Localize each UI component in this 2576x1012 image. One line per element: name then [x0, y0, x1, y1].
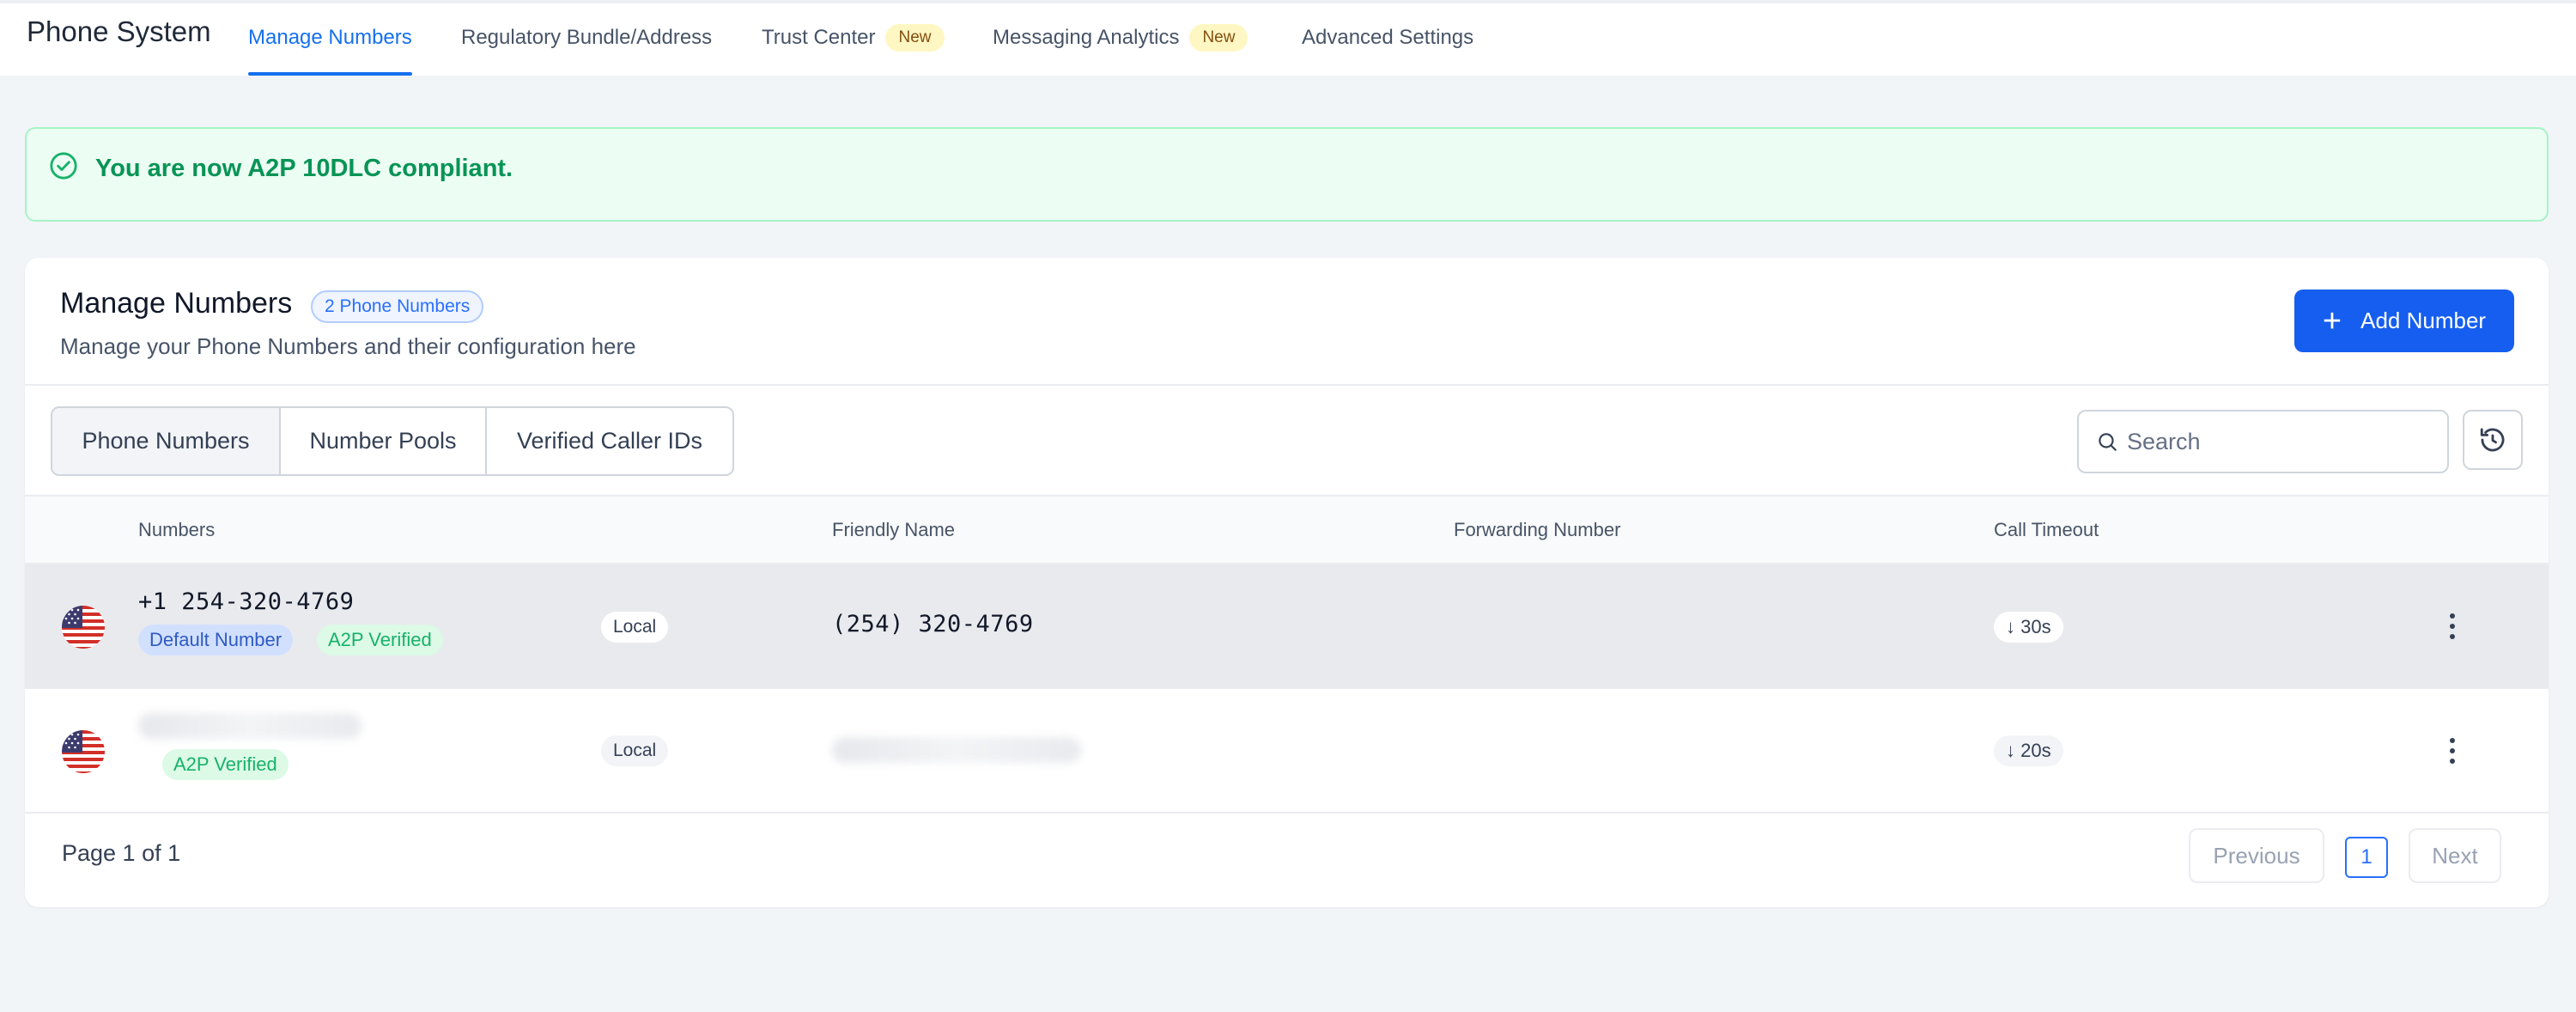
column-forwarding-number: Forwarding Number: [1454, 519, 1621, 540]
call-timeout-badge: ↓ 20s: [1994, 735, 2063, 766]
redacted-phone-number: [138, 713, 361, 739]
column-numbers: Numbers: [138, 519, 216, 540]
us-flag-icon: [62, 730, 105, 773]
search-icon: [2099, 433, 2117, 451]
tab-manage-numbers[interactable]: Manage Numbers: [248, 26, 412, 76]
app-title: Phone System: [27, 15, 211, 47]
friendly-name: (254) 320-4769: [832, 611, 1034, 637]
phone-number: +1 254-320-4769: [138, 588, 355, 615]
table-row[interactable]: A2P Verified Local ↓ 20s: [25, 689, 2549, 814]
top-nav: Phone System Manage Numbers Regulatory B…: [0, 0, 2576, 76]
a2p-verified-badge: A2P Verified: [162, 749, 289, 780]
manage-numbers-card: Manage Numbers 2 Phone Numbers Manage yo…: [25, 258, 2549, 907]
a2p-verified-badge: A2P Verified: [317, 625, 443, 655]
add-number-button[interactable]: + Add Number: [2294, 290, 2514, 352]
segment-number-pools[interactable]: Number Pools: [279, 408, 485, 474]
card-title: Manage Numbers: [60, 287, 293, 320]
tab-label: Advanced Settings: [1302, 26, 1474, 49]
tab-label: Regulatory Bundle/Address: [461, 26, 713, 49]
number-type-badge: Local: [601, 612, 669, 643]
previous-page-button[interactable]: Previous: [2189, 828, 2324, 883]
tab-regulatory-bundle[interactable]: Regulatory Bundle/Address: [461, 26, 712, 76]
phone-count-badge: 2 Phone Numbers: [311, 290, 484, 323]
more-options-icon[interactable]: [2439, 732, 2465, 770]
call-timeout-badge: ↓ 30s: [1994, 612, 2063, 643]
tab-label: Manage Numbers: [248, 26, 412, 49]
check-circle-icon: [50, 152, 77, 180]
success-banner: You are now A2P 10DLC compliant.: [25, 127, 2549, 222]
plus-icon: +: [2322, 302, 2342, 339]
header-divider: [25, 384, 2549, 386]
tab-label: Trust Center: [762, 26, 876, 49]
tab-trust-center[interactable]: Trust Center New: [762, 24, 945, 76]
number-type-badge: Local: [601, 735, 669, 766]
new-badge: New: [885, 24, 945, 52]
column-call-timeout: Call Timeout: [1994, 519, 2099, 540]
search-input[interactable]: [2127, 428, 2436, 455]
more-options-icon[interactable]: [2439, 607, 2465, 645]
add-number-label: Add Number: [2360, 308, 2487, 333]
table-header: Numbers Friendly Name Forwarding Number …: [25, 495, 2549, 564]
column-friendly-name: Friendly Name: [832, 519, 956, 540]
refresh-button[interactable]: [2463, 410, 2523, 470]
page-indicator: Page 1 of 1: [62, 840, 181, 866]
refresh-icon: [2480, 428, 2505, 452]
us-flag-icon: [62, 606, 105, 649]
new-badge: New: [1189, 24, 1249, 52]
banner-text: You are now A2P 10DLC compliant.: [95, 155, 513, 182]
tab-advanced-settings[interactable]: Advanced Settings: [1302, 26, 1473, 76]
page-1-button[interactable]: 1: [2345, 837, 2388, 878]
tab-label: Messaging Analytics: [993, 26, 1180, 49]
card-subtitle: Manage your Phone Numbers and their conf…: [60, 333, 636, 359]
tab-messaging-analytics[interactable]: Messaging Analytics New: [993, 24, 1249, 76]
redacted-friendly-name: [832, 737, 1081, 763]
next-page-button[interactable]: Next: [2409, 828, 2501, 883]
search-box[interactable]: [2077, 410, 2449, 473]
table-row[interactable]: +1 254-320-4769 Default Number A2P Verif…: [25, 564, 2549, 689]
number-type-segment: Phone Numbers Number Pools Verified Call…: [51, 406, 734, 476]
segment-verified-caller-ids[interactable]: Verified Caller IDs: [485, 408, 732, 474]
default-number-badge: Default Number: [138, 625, 294, 655]
segment-phone-numbers[interactable]: Phone Numbers: [52, 408, 279, 474]
